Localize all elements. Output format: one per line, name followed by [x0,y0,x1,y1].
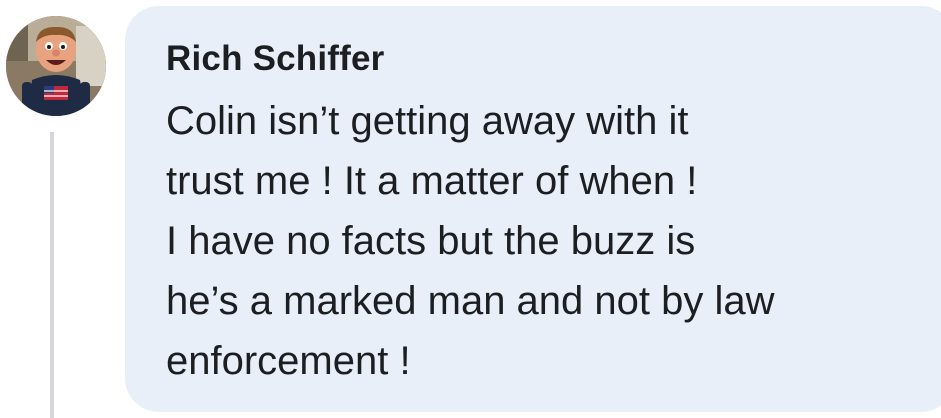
comment-line: I have no facts but the buzz is [166,219,696,263]
puppet-avatar-icon [6,16,106,116]
comment-line: Colin isn’t getting away with it [166,99,689,143]
avatar[interactable] [6,16,106,116]
thread-connector-line [50,132,54,418]
comment-line: trust me ! It a matter of when ! [166,159,698,203]
comment-body: Colin isn’t getting away with it trust m… [166,91,926,391]
comment-line: he’s a marked man and not by law [166,279,775,323]
comment-author-name[interactable]: Rich Schiffer [166,39,384,79]
comment-line: enforcement ! [166,339,411,383]
comment-thread: Rich Schiffer Colin isn’t getting away w… [0,0,941,418]
